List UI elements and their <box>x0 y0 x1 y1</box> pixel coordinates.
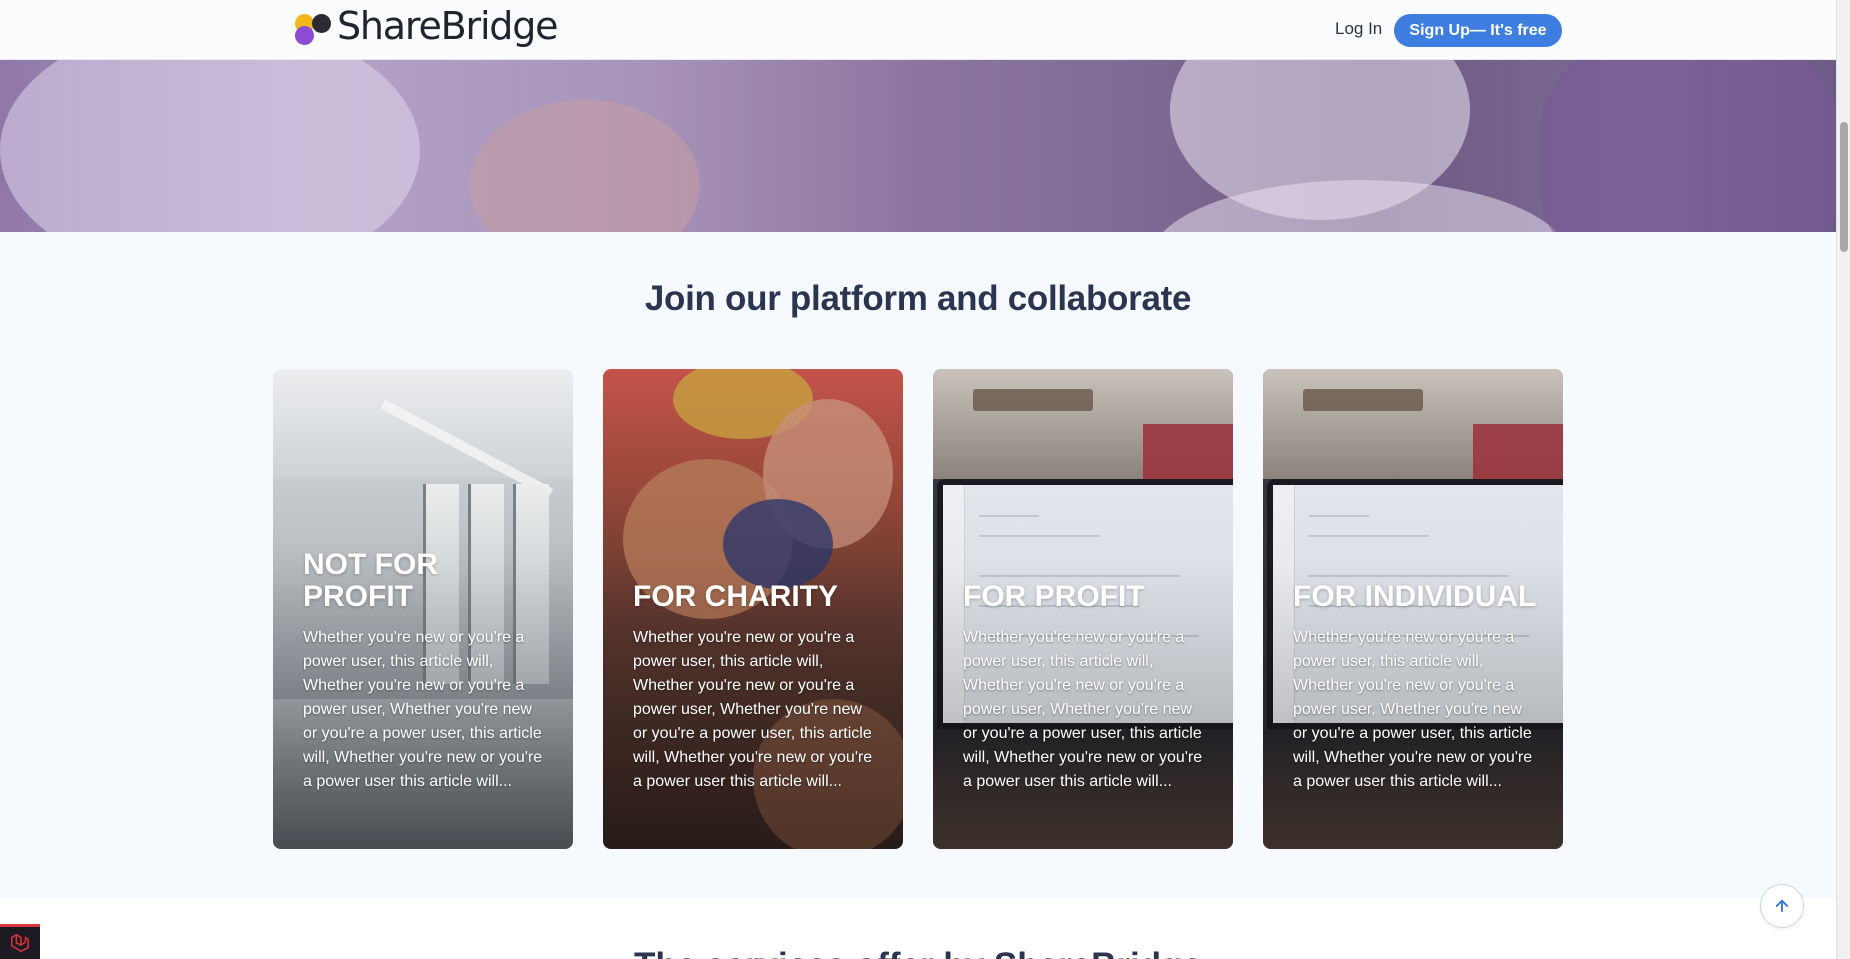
site-header: ShareBridge Log In Sign Up— It's free <box>0 0 1836 60</box>
card-description: Whether you're new or you're a power use… <box>303 629 543 790</box>
card-title: FOR INDIVIDUAL <box>1293 580 1537 613</box>
card-description: Whether you're new or you're a power use… <box>963 629 1203 790</box>
debug-badge[interactable] <box>0 924 40 959</box>
scroll-to-top-button[interactable] <box>1760 884 1804 928</box>
card-title: FOR PROFIT <box>963 580 1145 613</box>
arrow-up-icon <box>1775 899 1789 913</box>
brand-name: ShareBridge <box>337 4 559 48</box>
signup-button[interactable]: Sign Up— It's free <box>1394 14 1562 47</box>
section-title: Join our platform and collaborate <box>644 279 1192 318</box>
card-for-individual[interactable]: FOR INDIVIDUAL Whether you're new or you… <box>1263 369 1563 849</box>
card-for-profit[interactable]: FOR PROFIT Whether you're new or you're … <box>933 369 1233 849</box>
card-not-for-profit[interactable]: NOT FOR PROFIT Whether you're new or you… <box>273 369 573 849</box>
logo-mark-icon <box>293 9 335 45</box>
scrollbar-thumb[interactable] <box>1840 122 1848 252</box>
laravel-icon <box>11 933 29 953</box>
hero-image <box>0 60 1836 232</box>
card-title: FOR CHARITY <box>633 580 838 613</box>
services-title: The services offer by ShareBridge <box>0 938 1836 959</box>
card-description: Whether you're new or you're a power use… <box>1293 629 1533 790</box>
card-description: Whether you're new or you're a power use… <box>633 629 873 790</box>
card-for-charity[interactable]: FOR CHARITY Whether you're new or you're… <box>603 369 903 849</box>
login-link[interactable]: Log In <box>1335 19 1382 39</box>
brand-logo[interactable]: ShareBridge <box>293 4 559 48</box>
page-scrollbar[interactable] <box>1836 0 1850 959</box>
card-title: NOT FOR PROFIT <box>303 548 438 613</box>
